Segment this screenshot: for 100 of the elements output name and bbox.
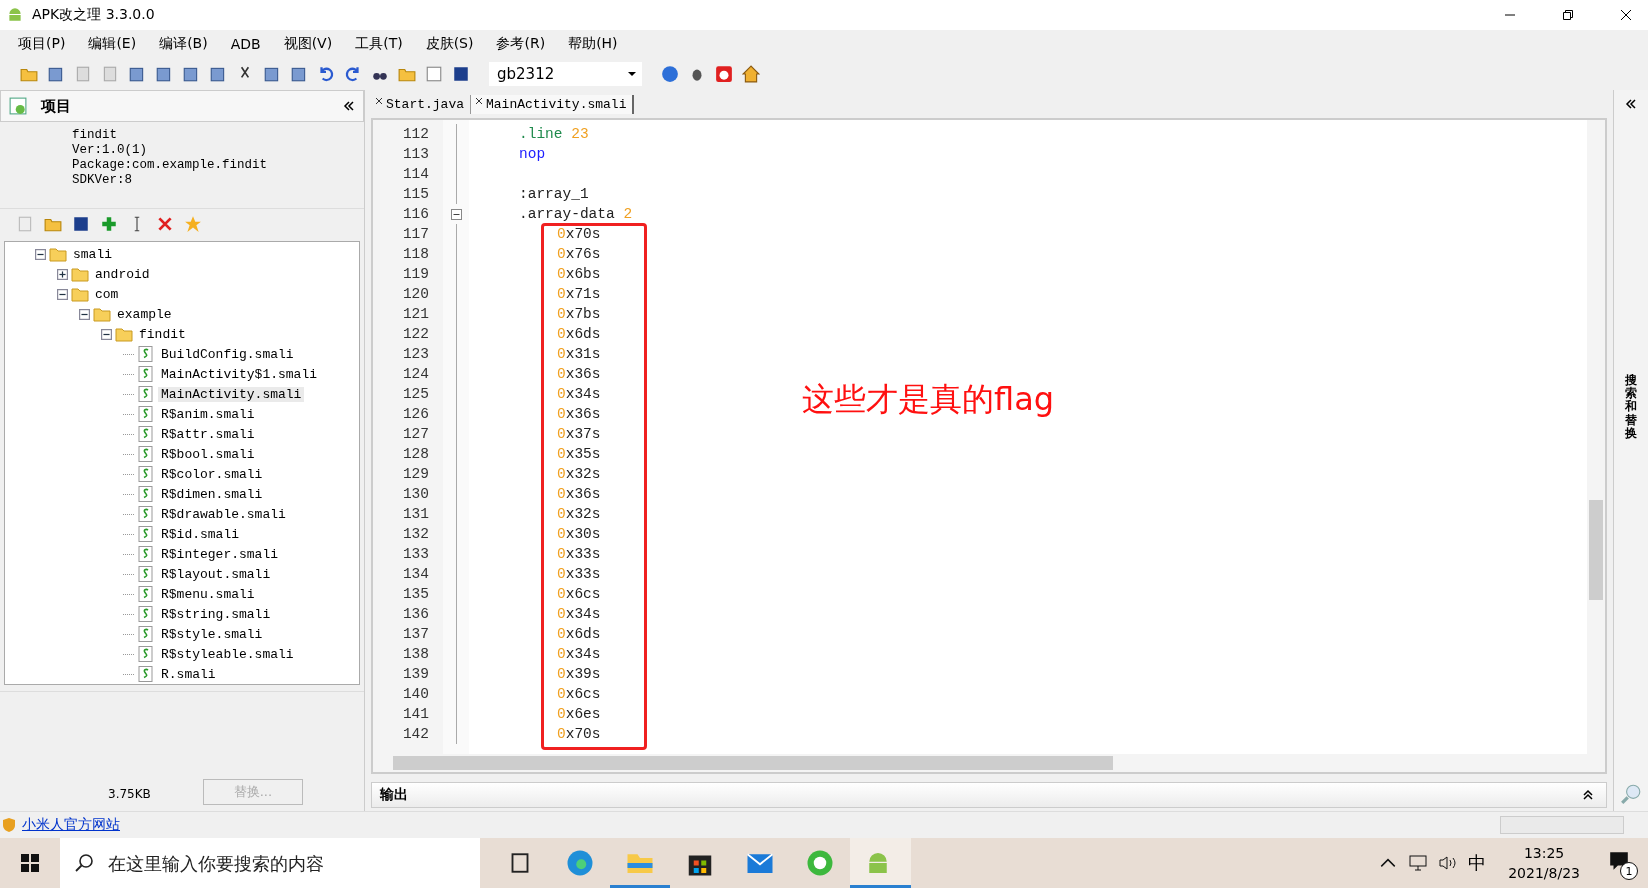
line-number: 127 bbox=[402, 425, 429, 444]
delete-icon[interactable] bbox=[156, 215, 174, 233]
restore-icon[interactable] bbox=[1562, 9, 1574, 21]
code-line: 0x36s bbox=[557, 406, 601, 422]
tree-item[interactable]: R$style.smali bbox=[158, 626, 266, 642]
tree-item[interactable]: example bbox=[114, 306, 175, 322]
folder-icon bbox=[71, 266, 89, 282]
home-icon[interactable] bbox=[742, 65, 760, 83]
side-panel-tab[interactable]: 搜索和替换 bbox=[1625, 374, 1637, 440]
tree-item[interactable]: R$styleable.smali bbox=[158, 646, 297, 662]
code-line: 0x6ds bbox=[557, 626, 601, 642]
tree-item[interactable]: smali bbox=[70, 246, 115, 262]
close-icon[interactable] bbox=[375, 97, 383, 105]
folder-icon bbox=[93, 306, 111, 322]
code-line: 0x6ds bbox=[557, 326, 601, 342]
project-info: SDKVer:8 bbox=[72, 173, 133, 188]
editor-tab[interactable]: MainActivity.smali bbox=[471, 95, 635, 114]
line-number: 117 bbox=[402, 225, 429, 244]
expand-icon[interactable] bbox=[1582, 789, 1594, 801]
expander-icon[interactable] bbox=[57, 268, 68, 280]
tree-item[interactable]: R$dimen.smali bbox=[158, 486, 266, 502]
tree-item[interactable]: R$id.smali bbox=[158, 526, 242, 542]
tree-item[interactable]: R$anim.smali bbox=[158, 406, 258, 422]
collapse-icon[interactable] bbox=[343, 100, 355, 112]
menu-item[interactable]: 编译(B) bbox=[159, 33, 208, 55]
code-line: 0x36s bbox=[557, 486, 601, 502]
expander-icon[interactable] bbox=[57, 288, 68, 300]
menu-item[interactable]: 项目(P) bbox=[18, 33, 66, 55]
menu-item[interactable]: 参考(R) bbox=[496, 33, 546, 55]
horizontal-scrollbar[interactable] bbox=[373, 754, 1605, 772]
encoding-dropdown[interactable]: gb2312 bbox=[489, 62, 642, 86]
smali-file-icon bbox=[137, 386, 155, 402]
vertical-scrollbar[interactable] bbox=[1587, 120, 1605, 754]
volume-icon[interactable] bbox=[1438, 854, 1459, 872]
tree-item[interactable]: R$color.smali bbox=[158, 466, 266, 482]
smali-file-icon bbox=[137, 446, 155, 462]
code-line: .array-data 2 bbox=[519, 206, 633, 222]
code-line: 0x34s bbox=[557, 646, 601, 662]
project-info: findit bbox=[72, 128, 118, 143]
smali-file-icon bbox=[137, 646, 155, 662]
tree-item[interactable]: R$drawable.smali bbox=[158, 506, 289, 522]
line-number: 128 bbox=[402, 445, 429, 464]
add-icon[interactable] bbox=[100, 215, 118, 233]
panel-title: 输出 bbox=[380, 786, 408, 804]
taskbar-search-field[interactable]: 在这里输入你要搜索的内容 bbox=[60, 838, 480, 888]
tree-item[interactable]: R$layout.smali bbox=[158, 566, 274, 582]
close-icon[interactable] bbox=[1620, 9, 1632, 21]
undo-icon[interactable] bbox=[317, 65, 335, 83]
android-icon[interactable] bbox=[850, 838, 911, 888]
input-method[interactable]: 中 bbox=[1468, 851, 1487, 875]
expand-icon[interactable] bbox=[1625, 98, 1637, 110]
tree-item[interactable]: com bbox=[92, 286, 122, 302]
help-icon[interactable] bbox=[661, 65, 679, 83]
menu-item[interactable]: 帮助(H) bbox=[568, 33, 618, 55]
network-icon[interactable] bbox=[1408, 854, 1429, 872]
line-number: 126 bbox=[402, 405, 429, 424]
tree-item[interactable]: R$integer.smali bbox=[158, 546, 282, 562]
windows-start-icon[interactable] bbox=[20, 853, 40, 873]
code-line: 0x30s bbox=[557, 526, 601, 542]
tree-item[interactable]: android bbox=[92, 266, 153, 282]
redo-icon[interactable] bbox=[344, 65, 362, 83]
expander-icon[interactable] bbox=[101, 328, 112, 340]
line-number: 138 bbox=[402, 645, 429, 664]
smali-file-icon bbox=[137, 586, 155, 602]
folder-icon bbox=[71, 286, 89, 302]
menu-item[interactable]: ADB bbox=[230, 34, 261, 54]
shield-icon bbox=[2, 817, 16, 833]
project-info: Ver:1.0(1) bbox=[72, 143, 148, 158]
tree-item[interactable]: BuildConfig.smali bbox=[158, 346, 297, 362]
panel-title: 项目 bbox=[41, 96, 71, 116]
expander-icon[interactable] bbox=[35, 248, 46, 260]
line-number: 112 bbox=[402, 125, 429, 144]
website-link[interactable]: 小米人官方网站 bbox=[22, 816, 120, 834]
tree-item[interactable]: MainActivity.smali bbox=[158, 386, 305, 402]
line-number: 134 bbox=[402, 565, 429, 584]
line-number: 137 bbox=[402, 625, 429, 644]
menu-item[interactable]: 编辑(E) bbox=[88, 33, 137, 55]
tree-item[interactable]: R.smali bbox=[158, 666, 219, 682]
fold-marker-icon[interactable] bbox=[450, 208, 462, 220]
android-icon bbox=[6, 6, 24, 24]
smali-file-icon bbox=[137, 366, 155, 382]
menu-item[interactable]: 视图(V) bbox=[283, 33, 333, 55]
clock[interactable]: 13:25 2021/8/23 bbox=[1508, 843, 1580, 883]
project-info: Package:com.example.findit bbox=[72, 158, 269, 173]
tree-item[interactable]: findit bbox=[136, 326, 189, 342]
star-icon[interactable] bbox=[184, 215, 202, 233]
menu-item[interactable]: 皮肤(S) bbox=[425, 33, 474, 55]
tree-item[interactable]: MainActivity$1.smali bbox=[158, 366, 321, 382]
code-line: 0x37s bbox=[557, 426, 601, 442]
close-icon[interactable] bbox=[475, 97, 483, 105]
expander-icon[interactable] bbox=[79, 308, 90, 320]
tree-item[interactable]: R$attr.smali bbox=[158, 426, 258, 442]
tree-item[interactable]: R$bool.smali bbox=[158, 446, 258, 462]
tree-item[interactable]: R$string.smali bbox=[158, 606, 274, 622]
search-icon bbox=[74, 853, 94, 873]
tree-item[interactable]: R$menu.smali bbox=[158, 586, 258, 602]
code-line: .line 23 bbox=[519, 126, 589, 142]
smali-file-icon bbox=[137, 466, 155, 482]
smali-file-icon bbox=[137, 626, 155, 642]
menu-item[interactable]: 工具(T) bbox=[355, 33, 403, 55]
